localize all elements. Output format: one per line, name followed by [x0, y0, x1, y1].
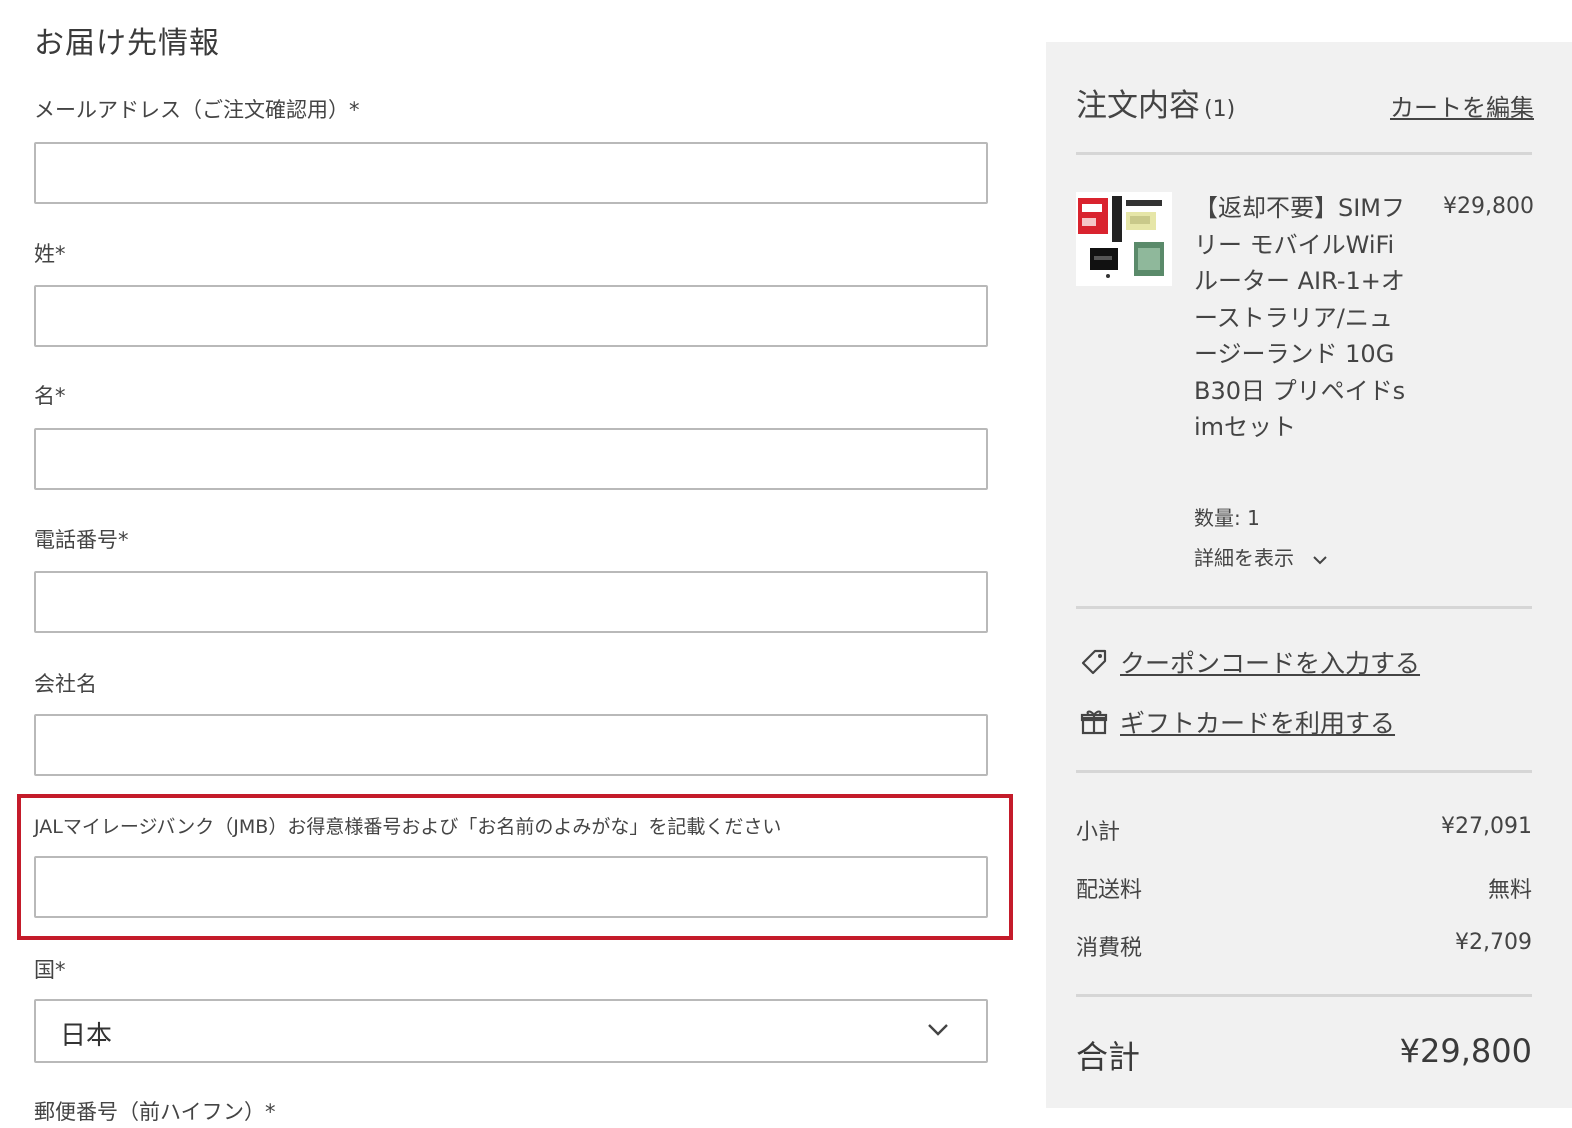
jmb-field[interactable] [34, 856, 988, 918]
shipping-fee-value: 無料 [1487, 878, 1532, 903]
gift-icon [1080, 710, 1108, 735]
tax-label: 消費税 [1076, 936, 1143, 961]
coupon-link[interactable]: クーポンコードを入力する [1080, 644, 1420, 680]
show-details-toggle[interactable]: 詳細を表示 [1194, 542, 1330, 571]
postal-label: 郵便番号（前ハイフン）* [34, 1100, 276, 1124]
jmb-label: JALマイレージバンク（JMB）お得意様番号および「お名前のよみがな」を記載くだ… [34, 816, 782, 838]
tax-row: 消費税 ¥2,709 [1076, 930, 1532, 962]
show-details-label: 詳細を表示 [1194, 546, 1294, 570]
chevron-down-icon [928, 1024, 948, 1036]
tax-value: ¥2,709 [1455, 930, 1532, 955]
section-title: お届け先情報 [34, 26, 220, 61]
order-summary: 注文内容 (1) カートを編集 【返却不要】SIMフリー モバイルWiFiルーター… [1046, 42, 1572, 1108]
subtotal-row: 小計 ¥27,091 [1076, 814, 1532, 846]
checkout-page: お届け先情報 メールアドレス（ご注文確認用）* 姓* 名* 電話番号* 会社名 … [0, 0, 1572, 1128]
product-name[interactable]: 【返却不要】SIMフリー モバイルWiFiルーター AIR-1+オーストラリア/… [1194, 190, 1410, 446]
country-select-value: 日本 [60, 1021, 113, 1051]
divider [1076, 152, 1532, 155]
subtotal-value: ¥27,091 [1441, 814, 1532, 839]
email-label: メールアドレス（ご注文確認用）* [34, 98, 360, 122]
email-field[interactable] [34, 142, 988, 204]
product-quantity: 数量: 1 [1194, 506, 1260, 530]
summary-title: 注文内容 (1) [1076, 80, 1235, 125]
summary-count: (1) [1204, 97, 1236, 122]
subtotal-label: 小計 [1076, 820, 1121, 845]
gift-card-link-text: ギフトカードを利用する [1120, 709, 1396, 738]
first-name-label: 名* [34, 384, 66, 408]
last-name-label: 姓* [34, 242, 66, 266]
shipping-fee-row: 配送料 無料 [1076, 872, 1532, 904]
edit-cart-link[interactable]: カートを編集 [1390, 88, 1534, 123]
last-name-field[interactable] [34, 285, 988, 347]
company-label: 会社名 [34, 672, 97, 696]
grand-total-row: 合計 ¥29,800 [1076, 1032, 1532, 1078]
country-select[interactable]: 日本 [34, 999, 988, 1063]
chevron-down-icon [1313, 555, 1328, 564]
phone-label: 電話番号* [34, 528, 129, 552]
summary-title-text: 注文内容 [1076, 88, 1200, 124]
coupon-link-text: クーポンコードを入力する [1120, 649, 1421, 678]
first-name-field[interactable] [34, 428, 988, 490]
country-label: 国* [34, 958, 66, 982]
product-thumbnail [1076, 192, 1172, 286]
grand-total-label: 合計 [1076, 1038, 1141, 1076]
shipping-fee-label: 配送料 [1076, 878, 1143, 903]
divider [1076, 770, 1532, 773]
tag-icon [1081, 649, 1107, 675]
divider [1076, 994, 1532, 997]
divider [1076, 606, 1532, 609]
phone-field[interactable] [34, 571, 988, 633]
grand-total-value: ¥29,800 [1399, 1032, 1532, 1070]
product-price: ¥29,800 [1443, 194, 1534, 219]
gift-card-link[interactable]: ギフトカードを利用する [1080, 704, 1395, 740]
company-field[interactable] [34, 714, 988, 776]
